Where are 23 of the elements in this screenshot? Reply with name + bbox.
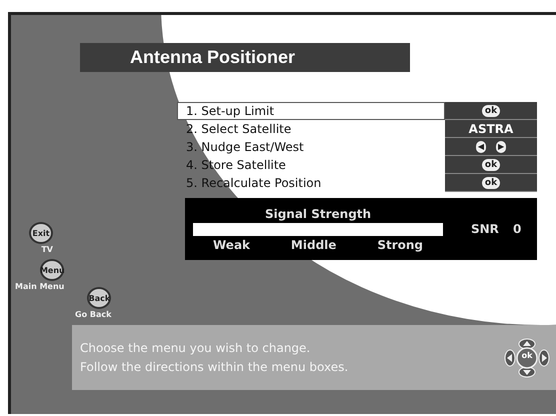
- right-button[interactable]: ▶: [496, 140, 506, 152]
- menu-item[interactable]: 3. Nudge East/West: [177, 138, 445, 156]
- help-text: Follow the directions within the menu boxes.: [80, 360, 348, 374]
- ok-key-icon: [516, 346, 538, 368]
- scale-label: Strong: [377, 238, 423, 252]
- ok-button[interactable]: ok: [482, 104, 500, 116]
- help-text: Choose the menu you wish to change.: [80, 341, 312, 355]
- signal-title: Signal Strength: [264, 206, 372, 220]
- key-caption: Main Menu: [15, 282, 64, 291]
- key-caption: Go Back: [75, 310, 112, 319]
- menu-item[interactable]: 1. Set-up Limit: [177, 102, 445, 120]
- snr-label: SNR: [471, 222, 499, 236]
- ok-button[interactable]: ok: [482, 158, 500, 170]
- snr-value: 0: [512, 222, 522, 236]
- ok-button[interactable]: ok: [482, 176, 500, 188]
- left-button[interactable]: ◀: [476, 140, 486, 152]
- scale-label: Middle: [290, 238, 336, 252]
- scale-label: Weak: [213, 238, 250, 252]
- key-caption: TV: [41, 245, 53, 254]
- remote-key-button[interactable]: Exit: [29, 222, 53, 244]
- ok-label: ok: [520, 350, 534, 360]
- satellite-value[interactable]: ASTRA: [468, 122, 514, 136]
- menu-title: Antenna Positioner: [80, 43, 410, 72]
